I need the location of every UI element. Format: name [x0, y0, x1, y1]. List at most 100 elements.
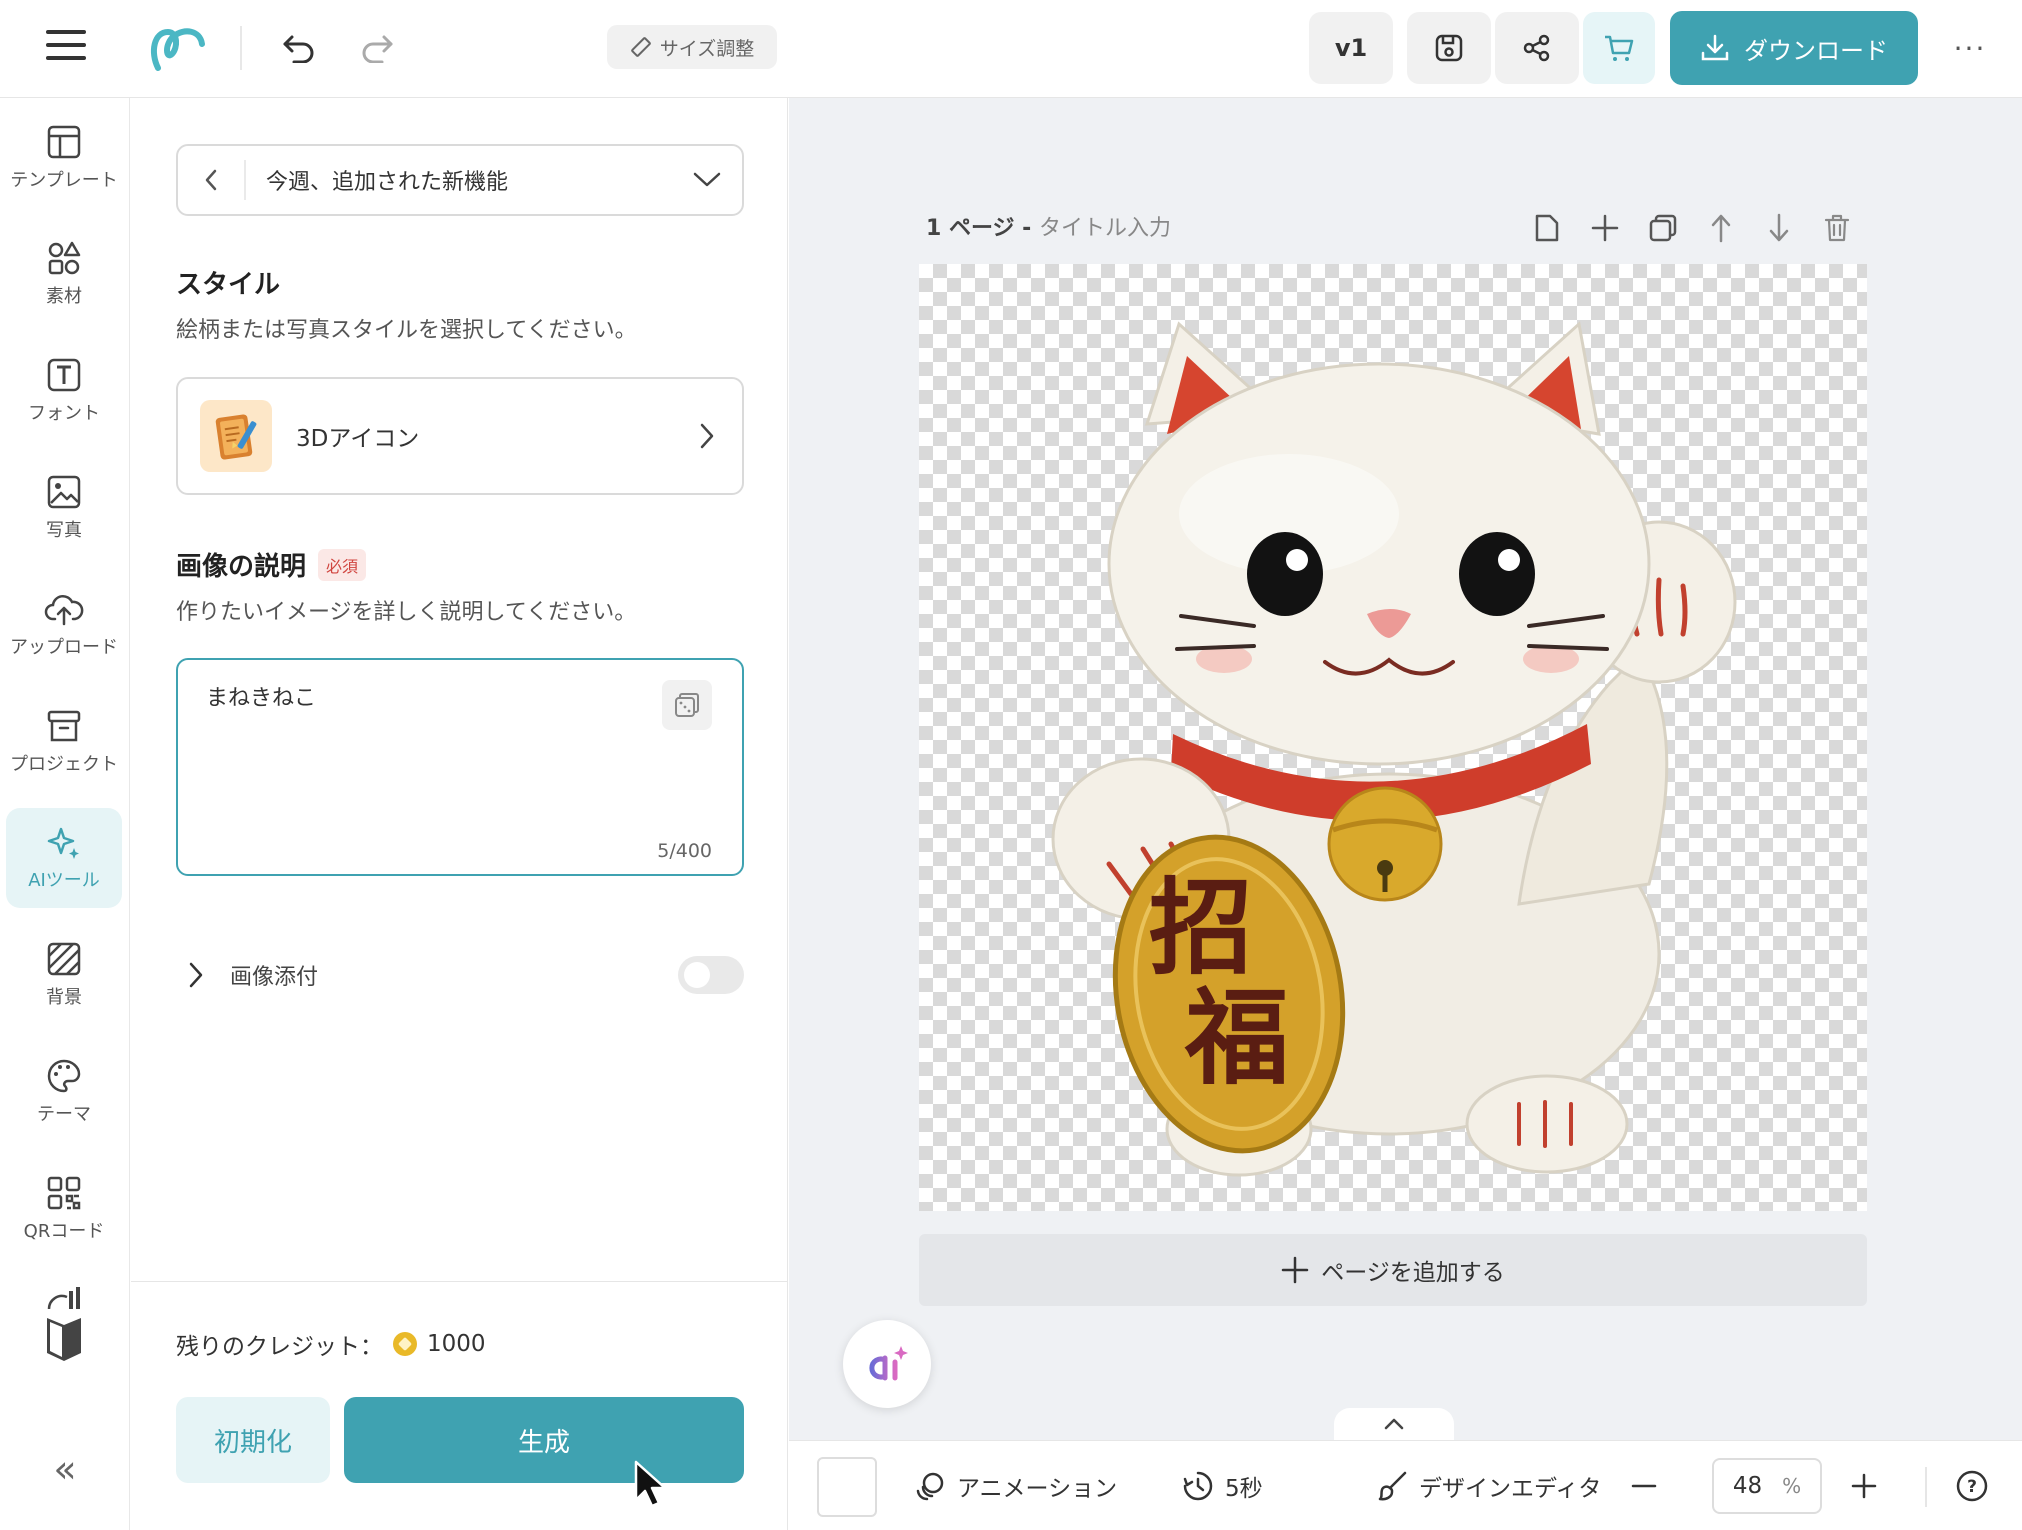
- help-icon: ?: [1956, 1470, 1988, 1502]
- nav-item-more[interactable]: [6, 1270, 122, 1380]
- new-page-icon[interactable]: [1529, 210, 1565, 246]
- version-button[interactable]: v1: [1309, 12, 1393, 84]
- photo-icon: [47, 475, 81, 509]
- help-button[interactable]: ?: [1955, 1459, 1989, 1513]
- style-title: スタイル: [176, 270, 281, 300]
- svg-text:?: ?: [1967, 1477, 1977, 1497]
- undo-icon[interactable]: [277, 26, 321, 70]
- nav-item-photo[interactable]: 写真: [6, 458, 122, 558]
- share-button[interactable]: [1495, 12, 1579, 84]
- elements-icon: [48, 241, 81, 275]
- image-attach-toggle[interactable]: [678, 956, 744, 994]
- image-attach-row: 画像添付: [176, 950, 744, 1000]
- prompt-input[interactable]: まねきねこ: [206, 680, 646, 820]
- delete-page-icon[interactable]: [1819, 210, 1855, 246]
- top-toolbar: サイズ調整 v1 ダウンロード ···: [0, 0, 2022, 98]
- resize-label: サイズ調整: [659, 37, 755, 60]
- random-prompt-button[interactable]: [662, 680, 712, 730]
- background-icon: [47, 942, 81, 976]
- cart-button[interactable]: [1583, 12, 1655, 84]
- expand-chevron-icon[interactable]: [176, 955, 216, 995]
- chevron-right-icon: [672, 422, 742, 450]
- expand-pages-button[interactable]: [1334, 1408, 1454, 1440]
- style-selector[interactable]: 3Dアイコン: [176, 377, 744, 495]
- plus-icon: [1281, 1256, 1309, 1284]
- ai-tools-icon: [47, 827, 79, 859]
- background-color-swatch[interactable]: [817, 1457, 877, 1517]
- nav-item-elements[interactable]: 素材: [6, 224, 122, 324]
- download-button[interactable]: ダウンロード: [1670, 11, 1918, 85]
- toggle-knob: [684, 962, 710, 988]
- panel-footer: 残りのクレジット： 1000 初期化 生成: [131, 1281, 788, 1530]
- animation-button[interactable]: アニメーション: [913, 1459, 1117, 1513]
- nav-item-qr-code[interactable]: QRコード: [6, 1159, 122, 1259]
- zoom-in-icon[interactable]: [1849, 1459, 1879, 1513]
- cart-icon: [1605, 35, 1634, 61]
- bottom-toolbar: アニメーション 5秒 デザインエディタ 48 % ?: [789, 1440, 2022, 1530]
- theme-icon: [47, 1059, 81, 1093]
- coin-icon: [393, 1332, 417, 1356]
- collapse-nav-icon[interactable]: «: [40, 1444, 90, 1494]
- zoom-unit: %: [1782, 1474, 1802, 1498]
- nav-item-background[interactable]: 背景: [6, 925, 122, 1025]
- page-title-input[interactable]: タイトル入力: [1039, 216, 1171, 241]
- nav-item-ai-tools[interactable]: AIツール: [6, 808, 122, 908]
- move-page-down-icon[interactable]: [1761, 210, 1797, 246]
- ai-assistant-button[interactable]: [843, 1320, 931, 1408]
- resize-button[interactable]: サイズ調整: [607, 25, 777, 69]
- save-icon: [1435, 34, 1463, 62]
- credits-label: 残りのクレジット：: [176, 1334, 383, 1360]
- download-label: ダウンロード: [1744, 36, 1888, 65]
- menu-icon[interactable]: [46, 30, 86, 66]
- duplicate-page-icon[interactable]: [1645, 210, 1681, 246]
- coin-char-1: 招: [1149, 866, 1253, 989]
- more-options-icon[interactable]: ···: [1950, 28, 1990, 68]
- duration-label: 5秒: [1225, 1476, 1263, 1502]
- style-description: 絵柄または写真スタイルを選択してください。: [176, 318, 637, 343]
- reset-button[interactable]: 初期化: [176, 1397, 330, 1483]
- add-page-icon[interactable]: [1587, 210, 1623, 246]
- design-page[interactable]: 招 福: [919, 264, 1867, 1211]
- app-logo[interactable]: [148, 22, 208, 74]
- style-value: 3Dアイコン: [296, 426, 420, 452]
- page-number: 1 ページ -: [926, 216, 1039, 241]
- duration-button[interactable]: 5秒: [1181, 1459, 1263, 1513]
- brush-icon: [1378, 1471, 1407, 1501]
- zoom-out-icon[interactable]: [1629, 1459, 1659, 1513]
- left-navigation: テンプレート 素材 フォント 写真 アップロード プロジェクト AIツール 背景…: [0, 98, 130, 1530]
- nav-item-upload[interactable]: アップロード: [6, 575, 122, 675]
- nav-label: 写真: [46, 520, 82, 541]
- coin-char-2: 福: [1184, 976, 1289, 1099]
- nav-label: 背景: [46, 987, 82, 1008]
- feature-select[interactable]: 今週、追加された新機能: [176, 144, 744, 216]
- ai-sparkle-icon: [869, 1346, 908, 1381]
- nav-item-project[interactable]: プロジェクト: [6, 692, 122, 792]
- toolbar-divider: [1925, 1467, 1927, 1507]
- chevron-up-icon: [1384, 1418, 1404, 1430]
- maneki-neko-image[interactable]: 招 福: [919, 264, 1867, 1211]
- design-editor-button[interactable]: デザインエディタ: [1377, 1459, 1601, 1513]
- move-page-up-icon[interactable]: [1703, 210, 1739, 246]
- share-icon: [1523, 34, 1550, 62]
- toolbar-divider: [240, 26, 242, 70]
- nav-item-font[interactable]: フォント: [6, 341, 122, 441]
- redo-icon[interactable]: [355, 26, 399, 70]
- nav-label: テーマ: [37, 1104, 91, 1125]
- back-chevron-icon[interactable]: [178, 160, 246, 200]
- ai-tool-panel: 今週、追加された新機能 スタイル 絵柄または写真スタイルを選択してください。 3…: [131, 98, 788, 1530]
- nav-item-theme[interactable]: テーマ: [6, 1042, 122, 1142]
- style-thumbnail: [200, 400, 272, 472]
- nav-label: AIツール: [28, 870, 100, 891]
- version-label: v1: [1334, 34, 1368, 62]
- nav-label: フォント: [28, 403, 100, 424]
- animation-label: アニメーション: [957, 1476, 1118, 1502]
- credits-value: 1000: [427, 1331, 486, 1357]
- chart-tool-icon: [47, 1287, 80, 1309]
- add-page-label: ページを追加する: [1321, 1260, 1505, 1286]
- add-page-button[interactable]: ページを追加する: [919, 1234, 1867, 1306]
- nav-item-template[interactable]: テンプレート: [6, 108, 122, 208]
- save-button[interactable]: [1407, 12, 1491, 84]
- zoom-input[interactable]: 48 %: [1712, 1458, 1822, 1514]
- nav-label: 素材: [46, 286, 82, 307]
- generate-button[interactable]: 生成: [344, 1397, 744, 1483]
